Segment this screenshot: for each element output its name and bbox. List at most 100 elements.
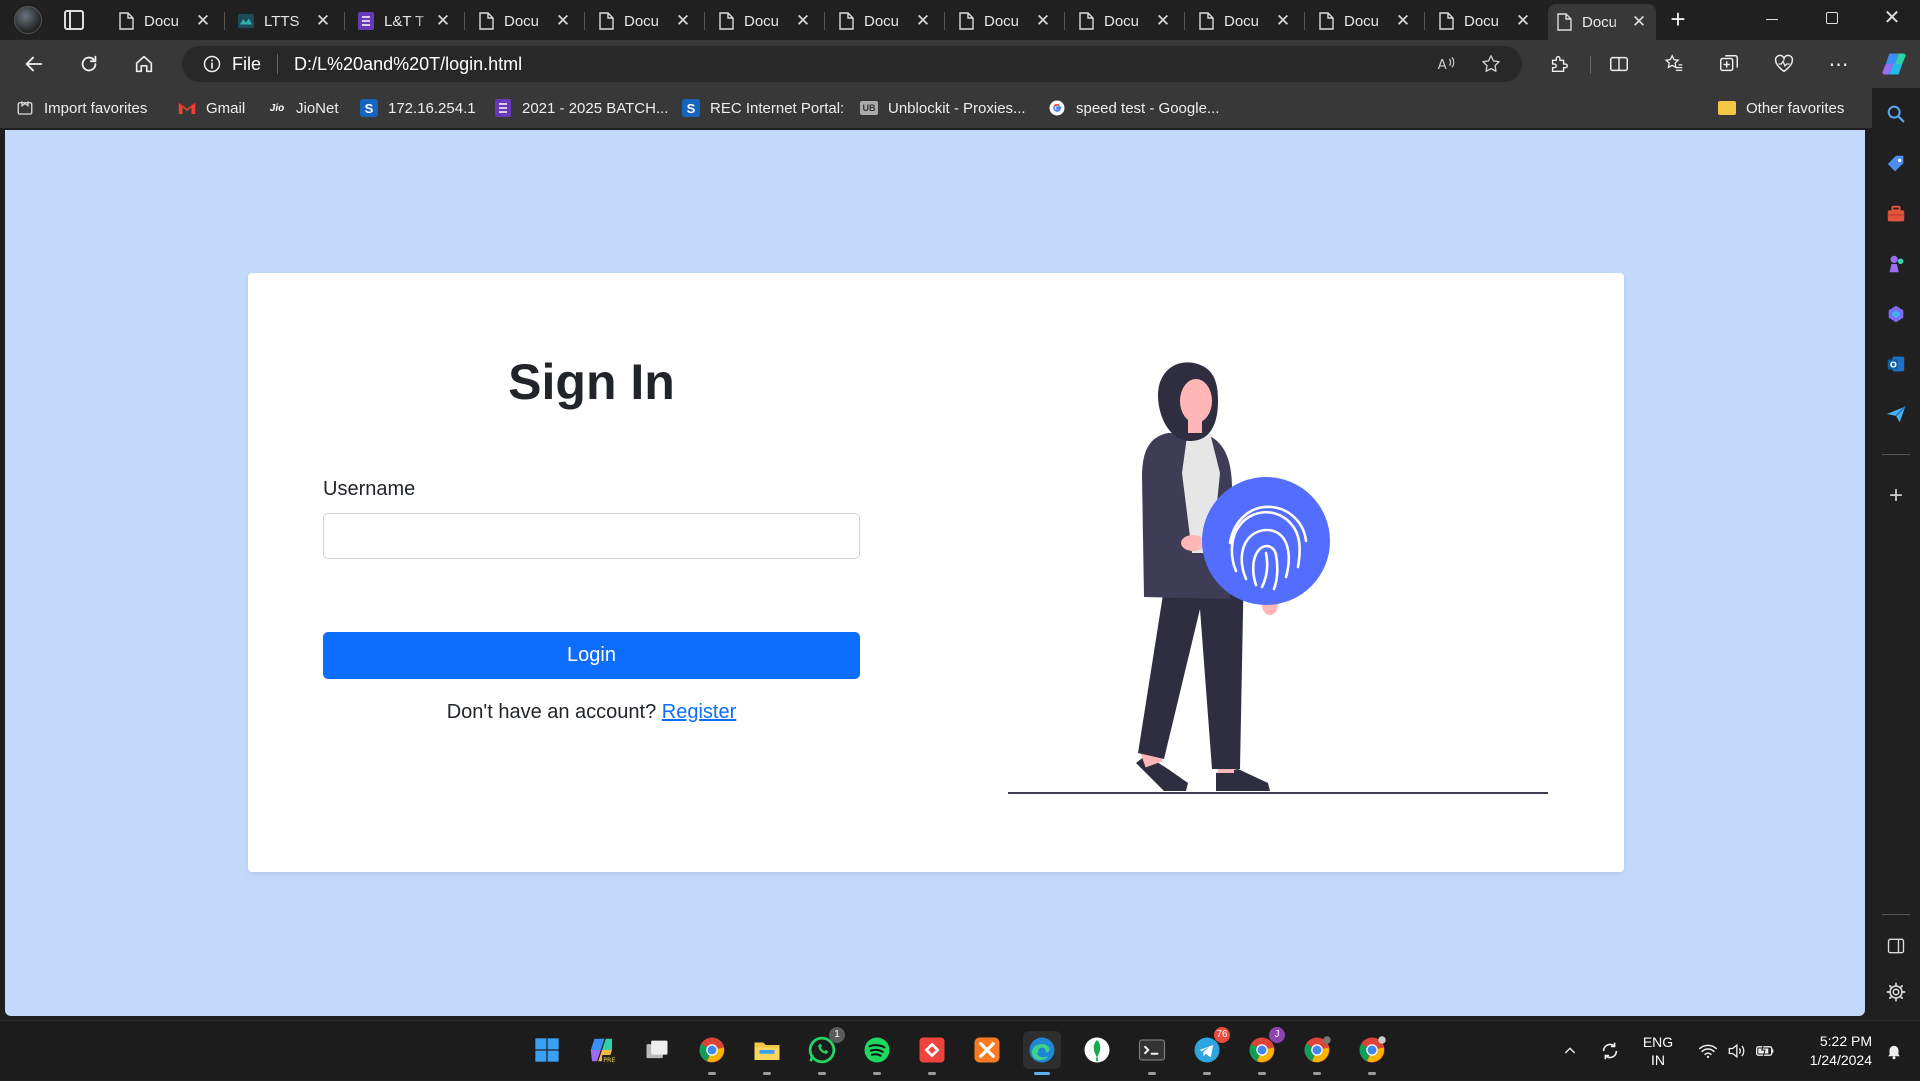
tab-close-button[interactable]: ✕ [674, 11, 692, 31]
username-input[interactable] [323, 513, 860, 559]
browser-tab[interactable]: Docu ✕ [1548, 4, 1656, 40]
tab-close-button[interactable]: ✕ [1630, 12, 1648, 32]
tab-close-button[interactable]: ✕ [434, 11, 452, 31]
tab-close-button[interactable]: ✕ [1034, 11, 1052, 31]
svg-text:PRE: PRE [603, 1057, 615, 1064]
favorite-star-icon[interactable] [1480, 53, 1502, 75]
tab-close-button[interactable]: ✕ [1154, 11, 1172, 31]
tab-close-button[interactable]: ✕ [1514, 11, 1532, 31]
browser-tab[interactable]: Docu ✕ [1430, 6, 1540, 36]
tab-close-button[interactable]: ✕ [554, 11, 572, 31]
read-aloud-icon[interactable]: A [1436, 54, 1456, 74]
clock[interactable]: 5:22 PM 1/24/2024 [1790, 1021, 1872, 1081]
url-text[interactable]: D:/L%20and%20T/login.html [294, 54, 522, 75]
sidebar-search-button[interactable] [1884, 102, 1908, 126]
task-view-button[interactable] [638, 1031, 676, 1069]
browser-tab[interactable]: Docu ✕ [1070, 6, 1180, 36]
document-icon [1198, 12, 1214, 30]
favorite-link[interactable]: S REC Internet Portal: [682, 98, 844, 118]
copilot-button[interactable] [1880, 50, 1908, 78]
copilot-preview-taskbar-button[interactable]: PRE [583, 1031, 621, 1069]
sidebar-add-button[interactable]: + [1884, 482, 1908, 509]
browser-essentials-button[interactable] [1770, 50, 1798, 78]
sidebar-games-button[interactable] [1884, 252, 1908, 276]
browser-tab[interactable]: LTTS ✕ [230, 6, 340, 36]
tab-close-button[interactable]: ✕ [1274, 11, 1292, 31]
quick-settings-button[interactable] [1692, 1021, 1782, 1081]
sync-tray-icon[interactable] [1596, 1021, 1624, 1081]
browser-tab[interactable]: Docu ✕ [950, 6, 1060, 36]
chrome-taskbar-button[interactable] [693, 1031, 731, 1075]
terminal-taskbar-button[interactable] [1133, 1031, 1171, 1075]
favorite-link[interactable]: Gmail [178, 98, 245, 118]
xampp-taskbar-button[interactable] [968, 1031, 1006, 1069]
running-indicator [1034, 1072, 1050, 1075]
xampp-icon [974, 1037, 1000, 1063]
restore-button[interactable] [1826, 12, 1838, 24]
notifications-button[interactable] [1880, 1021, 1908, 1081]
sidebar-hide-button[interactable] [1884, 934, 1908, 958]
favorite-link[interactable]: S 172.16.254.1 [360, 98, 476, 118]
sidebar-shopping-button[interactable] [1884, 152, 1908, 176]
anydesk-taskbar-button[interactable] [913, 1031, 951, 1075]
extensions-button[interactable] [1545, 50, 1573, 78]
browser-tab[interactable]: Docu ✕ [710, 6, 820, 36]
back-button[interactable] [20, 50, 48, 78]
split-screen-button[interactable] [1605, 50, 1633, 78]
volume-icon [1728, 1043, 1745, 1059]
browser-tab[interactable]: Docu ✕ [1310, 6, 1420, 36]
collections-icon [1720, 55, 1738, 72]
sidebar-tools-button[interactable] [1884, 202, 1908, 226]
minimize-button[interactable] [1766, 19, 1778, 20]
mongodb-taskbar-button[interactable] [1078, 1031, 1116, 1069]
tab-close-button[interactable]: ✕ [194, 11, 212, 31]
address-bar[interactable]: File D:/L%20and%20T/login.html A [182, 46, 1522, 82]
favorite-link[interactable]: 2021 - 2025 BATCH... [494, 98, 668, 118]
browser-tab[interactable]: L&T T ✕ [350, 6, 460, 36]
new-tab-button[interactable]: + [1664, 6, 1692, 34]
other-favorites-folder[interactable]: Other favorites [1718, 98, 1844, 118]
browser-tab[interactable]: Docu ✕ [1190, 6, 1300, 36]
chrome-profile-taskbar-button[interactable]: J [1243, 1027, 1285, 1075]
site-info-label[interactable]: File [232, 54, 261, 75]
browser-tab[interactable]: Docu ✕ [830, 6, 940, 36]
chrome-profile-2-taskbar-button[interactable] [1298, 1031, 1336, 1075]
favorite-link[interactable]: speed test - Google... [1048, 98, 1219, 118]
tab-close-button[interactable]: ✕ [1394, 11, 1412, 31]
show-hidden-icons-button[interactable] [1558, 1021, 1582, 1081]
home-button[interactable] [130, 50, 158, 78]
browser-tab[interactable]: Docu ✕ [470, 6, 580, 36]
more-menu-button[interactable]: ⋯ [1825, 50, 1853, 78]
browser-tab[interactable]: Docu ✕ [110, 6, 220, 36]
whatsapp-taskbar-button[interactable]: 1 [803, 1027, 845, 1075]
sidebar-settings-button[interactable] [1884, 980, 1908, 1004]
sidebar-copilot-button[interactable] [1884, 302, 1908, 326]
sidebar-send-button[interactable] [1884, 402, 1908, 426]
start-button[interactable] [528, 1031, 566, 1069]
register-link[interactable]: Register [662, 701, 736, 723]
collections-button[interactable] [1715, 50, 1743, 78]
chrome-profile-3-taskbar-button[interactable] [1353, 1031, 1391, 1075]
telegram-taskbar-button[interactable]: 76 [1188, 1027, 1230, 1075]
refresh-button[interactable] [75, 50, 103, 78]
favorite-link[interactable]: UB Unblockit - Proxies... [860, 98, 1026, 118]
login-button[interactable]: Login [323, 632, 860, 679]
file-explorer-taskbar-button[interactable] [748, 1031, 786, 1075]
edge-taskbar-button[interactable] [1023, 1031, 1061, 1075]
profile-avatar[interactable] [14, 6, 42, 34]
search-icon [1887, 105, 1905, 123]
tab-close-button[interactable]: ✕ [914, 11, 932, 31]
favorites-button[interactable] [1660, 50, 1688, 78]
spotify-taskbar-button[interactable] [858, 1031, 896, 1075]
page-viewport: Sign In Username Login Don't have an acc… [5, 130, 1865, 1016]
browser-tab[interactable]: Docu ✕ [590, 6, 700, 36]
refresh-icon [81, 55, 97, 72]
favorite-link[interactable]: Jio JioNet [268, 98, 339, 118]
tab-actions-icon[interactable] [64, 10, 84, 30]
language-indicator[interactable]: ENG IN [1636, 1021, 1680, 1081]
tab-close-button[interactable]: ✕ [794, 11, 812, 31]
favorite-link[interactable]: Import favorites [16, 98, 147, 118]
sidebar-outlook-button[interactable]: O [1884, 352, 1908, 376]
tab-close-button[interactable]: ✕ [314, 11, 332, 31]
close-window-button[interactable]: ✕ [1880, 6, 1904, 30]
